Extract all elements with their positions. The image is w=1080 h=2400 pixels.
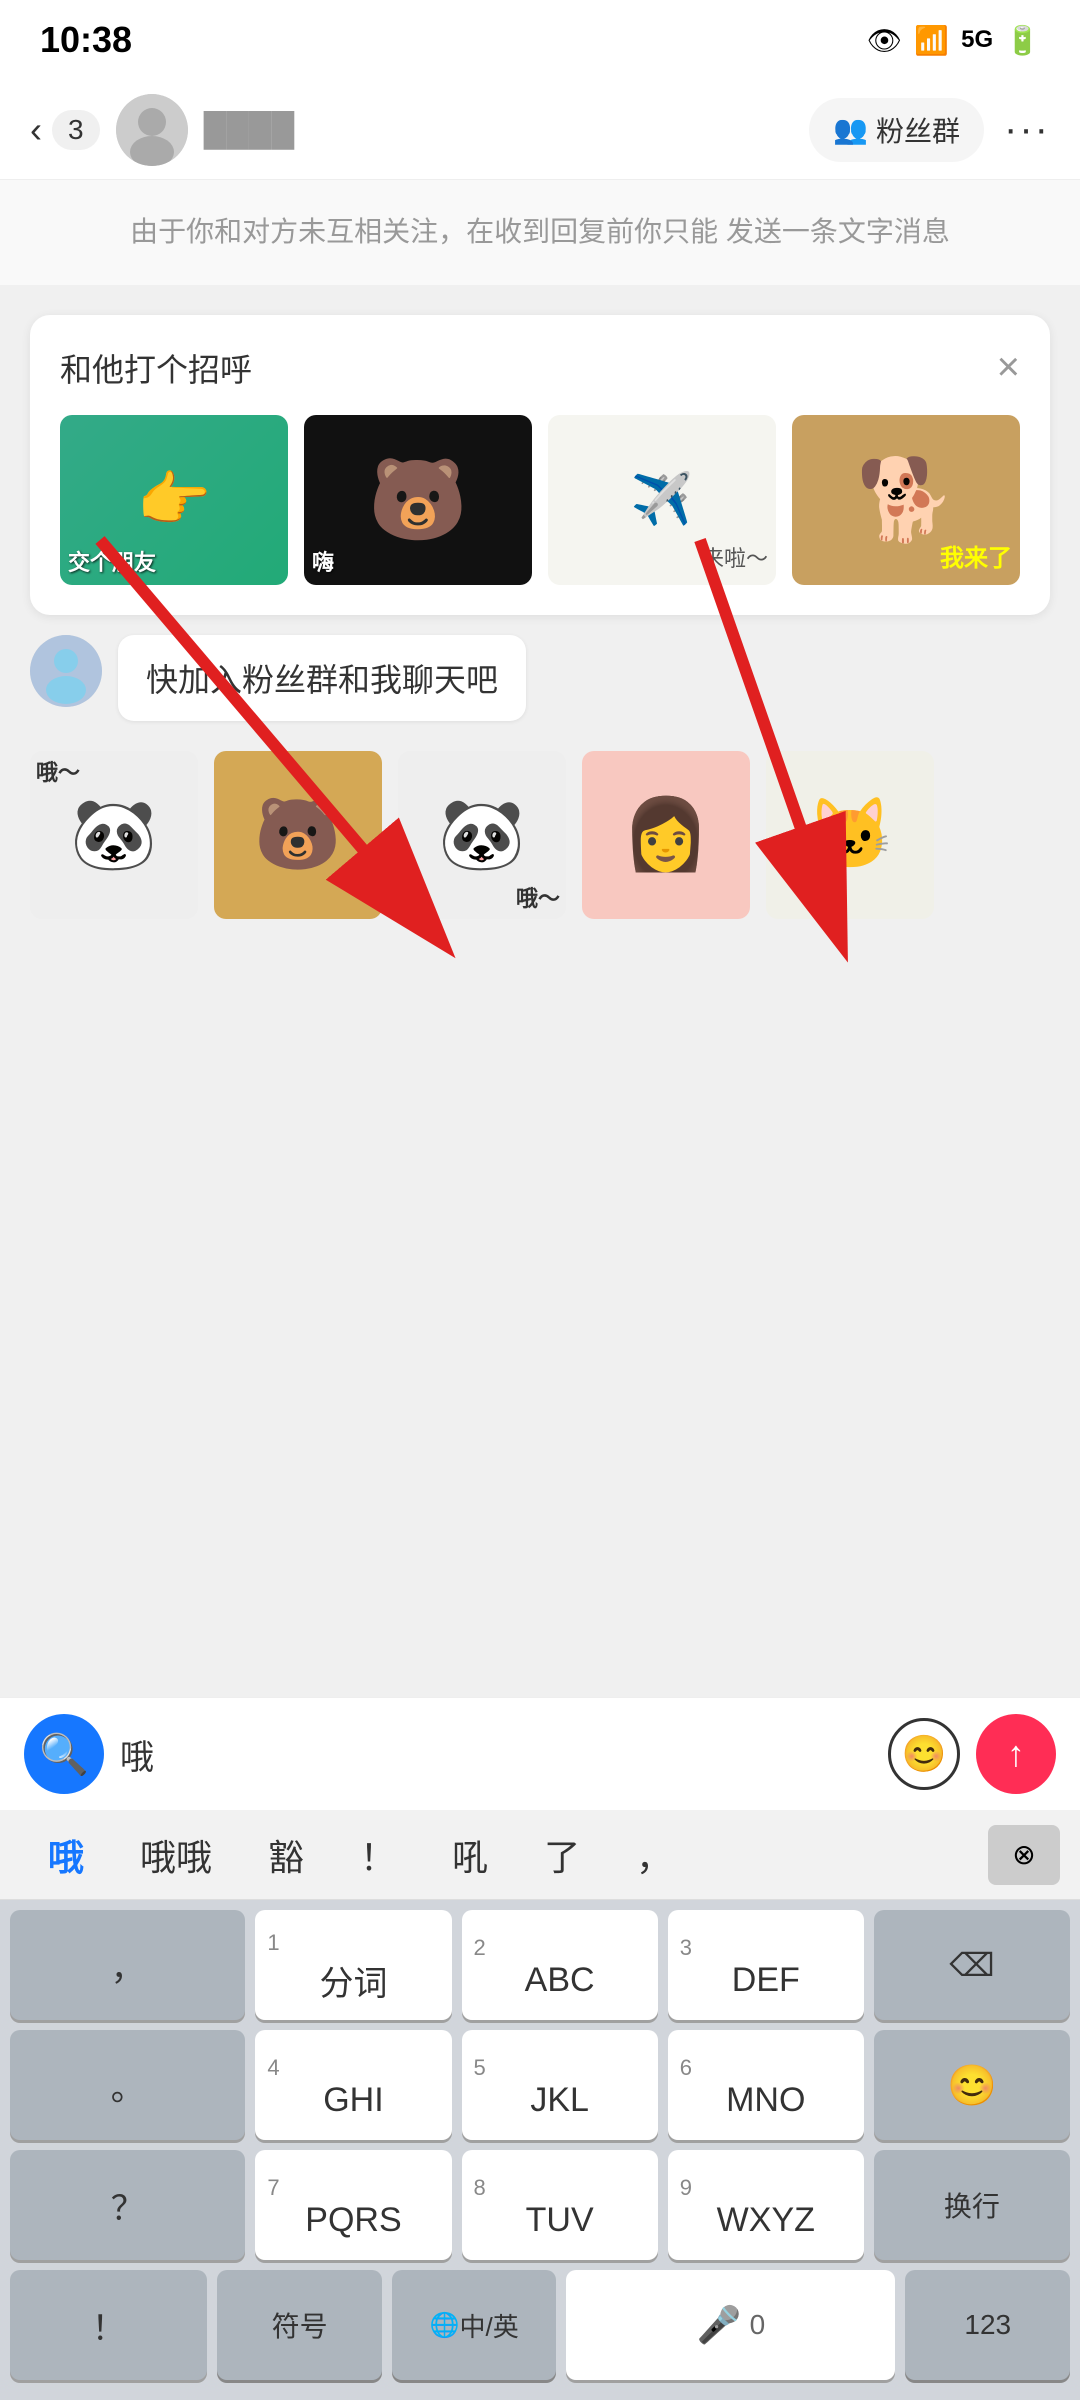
fans-label: 粉丝群 (876, 110, 960, 150)
candidate-item[interactable]: 吼 (424, 1829, 516, 1881)
greeting-title: 和他打个招呼 (60, 345, 252, 391)
status-time: 10:38 (40, 19, 132, 61)
key-question[interactable]: ？ (10, 2150, 245, 2260)
key-1-fenCI[interactable]: 1 分词 (255, 1910, 451, 2020)
notice-text: 由于你和对方未互相关注，在收到回复前你只能 发送一条文字消息 (0, 180, 1080, 285)
greeting-header: 和他打个招呼 × (60, 345, 1020, 391)
sticker-girl[interactable]: 👩 (582, 751, 750, 919)
sticker-item[interactable]: ✈️ 来啦～ (548, 415, 776, 585)
key-8-tuv[interactable]: 8 TUV (462, 2150, 658, 2260)
chinese-english-label: 中/英 (460, 2307, 519, 2344)
back-button[interactable]: ‹ 3 (30, 109, 100, 151)
signal-label: 5G (961, 26, 993, 54)
sticker-panda1[interactable]: 🐼 哦～ (30, 751, 198, 919)
greeting-panel: 和他打个招呼 × 👉 交个朋友 🐻 嗨 ✈️ 来啦～ (30, 315, 1050, 615)
chat-section: 由于你和对方未互相关注，在收到回复前你只能 发送一条文字消息 和他打个招呼 × … (0, 180, 1080, 1697)
key-3-def[interactable]: 3 DEF (668, 1910, 864, 2020)
greeting-close-button[interactable]: × (997, 345, 1020, 390)
num-label: 123 (964, 2309, 1011, 2341)
key-4-ghi[interactable]: 4 GHI (255, 2030, 451, 2140)
keyboard-row-4: ！ 符号 🌐 中/英 🎤 0 123 (10, 2270, 1070, 2380)
sticker-bear[interactable]: 🐻 (214, 751, 382, 919)
sender-avatar (30, 635, 102, 707)
sticker-label: 我来了 (940, 538, 1012, 573)
back-count: 3 (52, 110, 100, 150)
key-comma[interactable]: ， (10, 1910, 245, 2020)
key-space[interactable]: 🎤 0 (566, 2270, 895, 2380)
keyboard-row-2: 。 4 GHI 5 JKL 6 MNO 😊 (10, 2030, 1070, 2140)
candidate-delete-button[interactable]: ⊗ (988, 1825, 1060, 1885)
keyboard-row-1: ， 1 分词 2 ABC 3 DEF ⌫ (10, 1910, 1070, 2020)
send-icon: ↑ (1007, 1733, 1025, 1775)
keyboard: ， 1 分词 2 ABC 3 DEF ⌫ 。 4 (0, 1900, 1080, 2400)
key-6-mno[interactable]: 6 MNO (668, 2030, 864, 2140)
message-input[interactable] (120, 1714, 872, 1794)
emoji-button[interactable]: 😊 (888, 1718, 960, 1790)
key-2-abc[interactable]: 2 ABC (462, 1910, 658, 2020)
sticker-row-bottom: 🐼 哦～ 🐻 🐼 哦～ 👩 🐱 (0, 741, 1080, 939)
sticker-item[interactable]: 👉 交个朋友 (60, 415, 288, 585)
sticker-label: 嗨 (312, 545, 334, 577)
sticker-label: 交个朋友 (68, 545, 156, 577)
user-avatar[interactable] (116, 94, 188, 166)
emoji-icon: 😊 (902, 1733, 947, 1775)
key-period[interactable]: 。 (10, 2030, 245, 2140)
key-123[interactable]: 123 (905, 2270, 1070, 2380)
key-delete[interactable]: ⌫ (874, 1910, 1070, 2020)
more-button[interactable]: ··· (1004, 107, 1050, 152)
key-symbol[interactable]: 符号 (217, 2270, 382, 2380)
delete-icon: ⌫ (949, 1946, 994, 1984)
emoji-keyboard-icon: 😊 (947, 2062, 997, 2109)
candidate-bar: 哦 哦哦 豁 ！ 吼 了 ， ⊗ (0, 1810, 1080, 1900)
sticker-panda2[interactable]: 🐼 哦～ (398, 751, 566, 919)
battery-icon: 🔋 (1005, 24, 1040, 57)
key-chinese-english[interactable]: 🌐 中/英 (392, 2270, 557, 2380)
candidate-item[interactable]: ！ (332, 1829, 424, 1881)
visibility-icon: 👁 (867, 24, 903, 57)
key-emoji[interactable]: 😊 (874, 2030, 1070, 2140)
candidate-item[interactable]: 哦哦 (112, 1829, 240, 1881)
wifi-icon: 📶 (914, 24, 949, 57)
message-bubble: 快加入粉丝群和我聊天吧 (118, 635, 526, 721)
greeting-stickers-top: 👉 交个朋友 🐻 嗨 ✈️ 来啦～ 🐕 我来了 (60, 415, 1020, 585)
chat-header: ‹ 3 ████ 👥 粉丝群 ··· (0, 80, 1080, 180)
status-bar: 10:38 👁 📶 5G 🔋 (0, 0, 1080, 80)
key-return[interactable]: 换行 (874, 2150, 1070, 2260)
microphone-icon: 🎤 (697, 2304, 742, 2346)
sticker-cat[interactable]: 🐱 (766, 751, 934, 919)
key-7-pqrs[interactable]: 7 PQRS (255, 2150, 451, 2260)
keyboard-row-3: ？ 7 PQRS 8 TUV 9 WXYZ 换行 (10, 2150, 1070, 2260)
user-name: ████ (204, 111, 810, 148)
sticker-item[interactable]: 🐻 嗨 (304, 415, 532, 585)
send-button[interactable]: ↑ (976, 1714, 1056, 1794)
sticker-item[interactable]: 🐕 我来了 (792, 415, 1020, 585)
back-icon[interactable]: ‹ (30, 109, 42, 151)
notice-content: 由于你和对方未互相关注，在收到回复前你只能 发送一条文字消息 (130, 216, 950, 247)
space-num-label: 0 (750, 2309, 766, 2341)
search-icon: 🔍 (39, 1731, 89, 1778)
key-9-wxyz[interactable]: 9 WXYZ (668, 2150, 864, 2260)
key-5-jkl[interactable]: 5 JKL (462, 2030, 658, 2140)
candidate-item[interactable]: 了 (516, 1829, 608, 1881)
message-area: 快加入粉丝群和我聊天吧 (0, 615, 1080, 741)
candidate-item[interactable]: ， (608, 1829, 700, 1881)
globe-icon: 🌐 (430, 2311, 460, 2340)
key-exclaim[interactable]: ！ (10, 2270, 207, 2380)
search-button[interactable]: 🔍 (24, 1714, 104, 1794)
candidate-item[interactable]: 哦 (20, 1829, 112, 1881)
symbol-label: 符号 (272, 2305, 328, 2345)
message-text: 快加入粉丝群和我聊天吧 (146, 662, 498, 698)
fans-group-button[interactable]: 👥 粉丝群 (809, 98, 984, 162)
header-actions: 👥 粉丝群 ··· (809, 98, 1050, 162)
input-bar: 🔍 😊 ↑ (0, 1697, 1080, 1810)
fans-icon: 👥 (833, 113, 868, 146)
return-label: 换行 (944, 2185, 1000, 2225)
candidate-item[interactable]: 豁 (240, 1829, 332, 1881)
status-icons: 👁 📶 5G 🔋 (867, 24, 1040, 57)
